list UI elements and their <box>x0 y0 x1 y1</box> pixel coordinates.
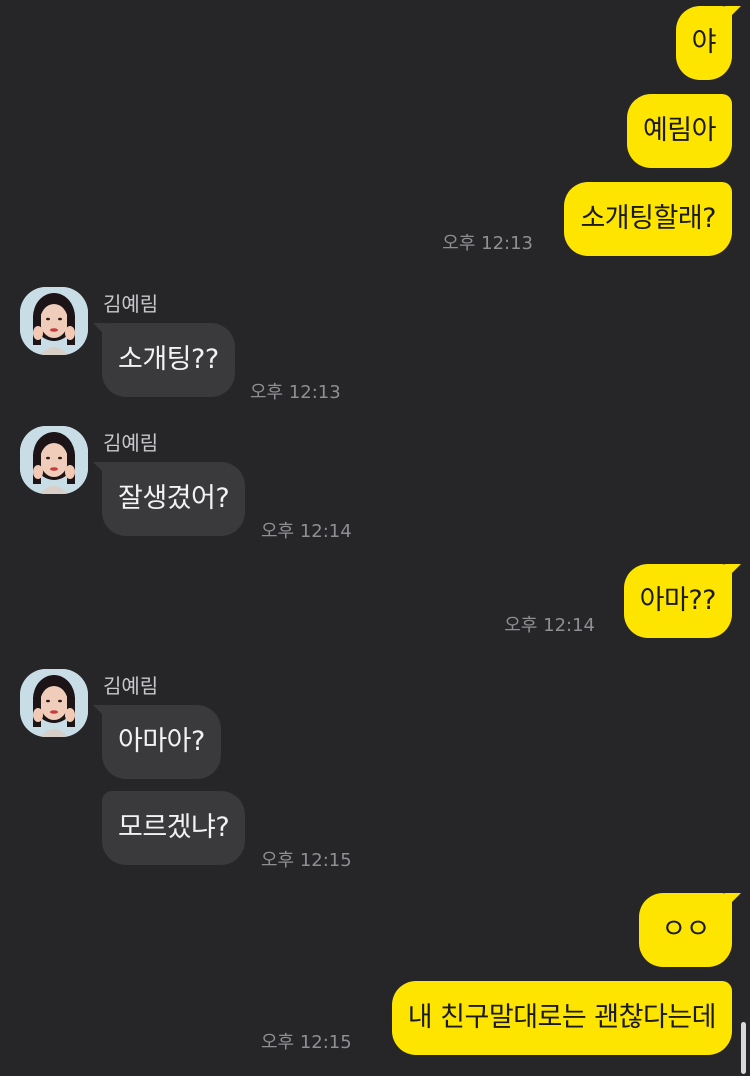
message-timestamp: 오후 12:13 <box>442 233 533 254</box>
contact-message-bubble[interactable]: 잘생겼어? <box>92 462 246 536</box>
contact-avatar[interactable] <box>20 287 88 355</box>
sender-name: 김예림 <box>103 431 159 455</box>
contact-avatar[interactable] <box>20 426 88 494</box>
message-timestamp: 오후 12:14 <box>261 521 352 542</box>
sender-name: 김예림 <box>103 674 159 698</box>
profile-photo-avatar-icon <box>20 669 88 737</box>
profile-photo-avatar-icon <box>20 287 88 355</box>
chat-screen[interactable]: 야 예림아 소개팅할래? 오후 12:13 김예림 소개팅?? 오후 12:13 <box>0 0 750 1076</box>
my-message-bubble[interactable]: 야 <box>675 6 742 80</box>
my-message-bubble[interactable]: ㅇㅇ <box>639 893 741 967</box>
my-message-bubble[interactable]: 내 친구말대로는 괜찮다는데 <box>391 981 732 1055</box>
sender-name: 김예림 <box>103 292 159 316</box>
message-timestamp: 오후 12:15 <box>261 1032 352 1053</box>
my-message-bubble[interactable]: 아마?? <box>623 564 742 638</box>
my-message-bubble[interactable]: 예림아 <box>626 94 732 168</box>
scrollbar[interactable] <box>741 1022 746 1074</box>
message-timestamp: 오후 12:14 <box>504 615 595 636</box>
message-timestamp: 오후 12:15 <box>261 850 352 871</box>
contact-message-bubble[interactable]: 소개팅?? <box>93 323 235 397</box>
contact-message-bubble[interactable]: 아마아? <box>93 705 221 779</box>
my-message-bubble[interactable]: 소개팅할래? <box>564 182 732 256</box>
profile-photo-avatar-icon <box>20 426 88 494</box>
message-timestamp: 오후 12:13 <box>250 382 341 403</box>
contact-message-bubble[interactable]: 모르겠냐? <box>102 791 246 865</box>
contact-avatar[interactable] <box>20 669 88 737</box>
